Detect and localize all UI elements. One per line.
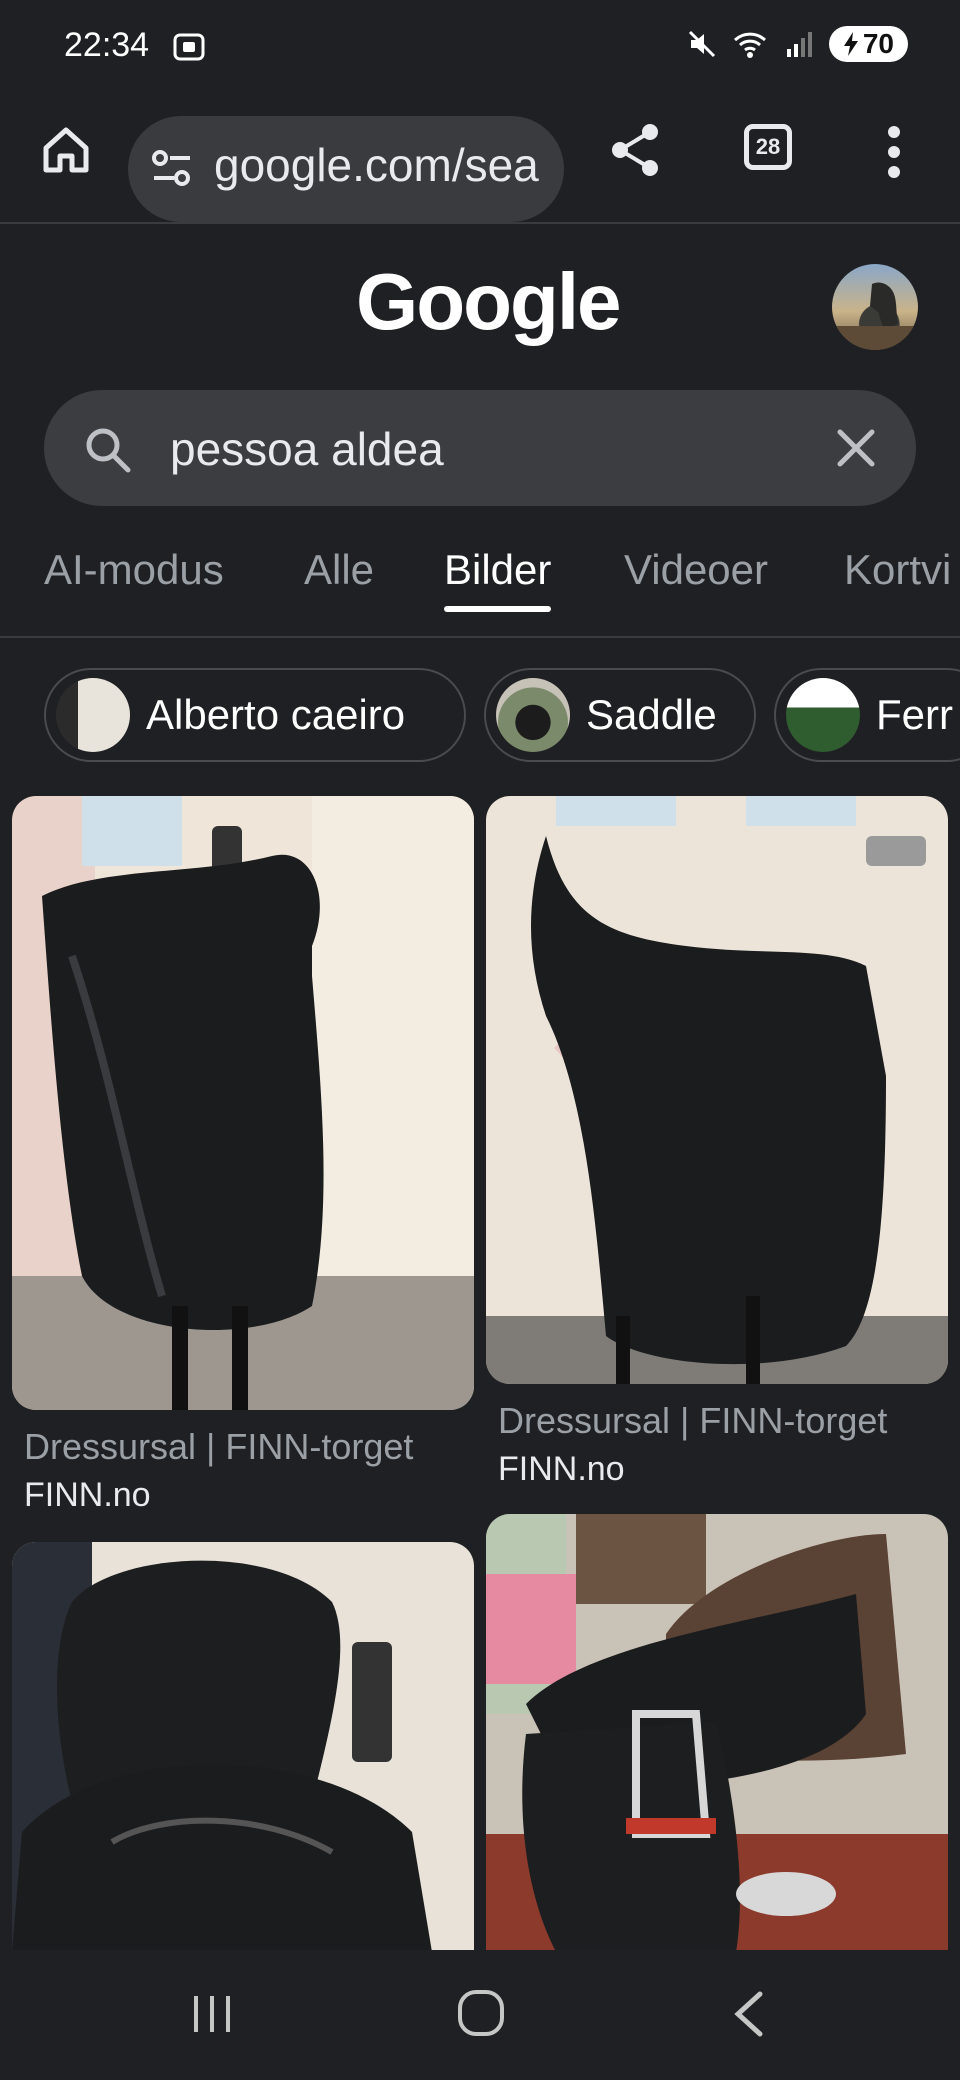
saddle-image-icon: [12, 1542, 432, 1952]
chip-label: Alberto caeiro: [146, 691, 406, 738]
result-image[interactable]: [12, 796, 474, 1410]
image-result[interactable]: Dressursal | FINN-torget FINN.no: [12, 796, 474, 1516]
chip-fernando[interactable]: Ferr: [774, 668, 960, 762]
clear-icon[interactable]: [834, 426, 878, 470]
chip-label: Saddle: [586, 691, 717, 738]
home-icon[interactable]: [36, 120, 96, 180]
tab-images[interactable]: Bilder: [444, 546, 552, 612]
image-result[interactable]: [12, 1542, 474, 1952]
tab-count: 28: [755, 134, 781, 159]
chip-thumbnail: [786, 678, 860, 752]
chip-thumbnail: [496, 678, 570, 752]
recent-apps-icon[interactable]: [190, 1992, 234, 2036]
mute-icon: [688, 30, 715, 58]
system-navigation-bar: [0, 1950, 960, 2080]
result-image[interactable]: [12, 1542, 474, 1952]
tab-all[interactable]: Alle: [304, 546, 374, 594]
screen-record-icon: [173, 33, 205, 61]
result-source[interactable]: FINN.no: [498, 1450, 625, 1489]
back-icon[interactable]: [730, 1990, 770, 2038]
result-title: Dressursal | FINN-torget: [498, 1400, 888, 1441]
result-image[interactable]: [486, 796, 948, 1384]
account-avatar[interactable]: [832, 264, 918, 350]
search-box[interactable]: pessoa aldea: [44, 390, 916, 506]
tab-maps[interactable]: Kortvi: [844, 546, 951, 594]
search-type-tabs: AI-modus Alle Bilder Videoer Kortvi: [0, 540, 960, 638]
tab-switcher-button[interactable]: 28: [744, 124, 792, 170]
chip-thumbnail: [56, 678, 130, 752]
result-source[interactable]: FINN.no: [24, 1476, 151, 1515]
battery-level: 70: [862, 28, 894, 59]
address-bar[interactable]: google.com/sea: [128, 116, 564, 222]
share-icon[interactable]: [608, 120, 664, 180]
chip-label: Ferr: [876, 691, 953, 738]
horse-photo-icon: [832, 282, 918, 350]
saddle-image-icon: [12, 796, 474, 1410]
status-bar: 22:34 70: [0, 0, 960, 92]
result-title: Dressursal | FINN-torget: [24, 1426, 414, 1467]
status-icons: 70: [687, 26, 908, 62]
home-nav-icon[interactable]: [456, 1988, 506, 2038]
google-logo[interactable]: Google: [356, 256, 622, 348]
battery-indicator: 70: [828, 26, 908, 62]
wifi-icon: [733, 32, 766, 58]
more-menu-icon[interactable]: [884, 122, 904, 182]
browser-toolbar: google.com/sea 28: [0, 92, 960, 224]
image-result[interactable]: Dressursal | FINN-torget FINN.no: [486, 796, 948, 1496]
site-settings-icon[interactable]: [150, 148, 194, 188]
chip-saddle[interactable]: Saddle: [484, 668, 756, 762]
charging-icon: [843, 32, 858, 56]
image-result[interactable]: [486, 1514, 948, 1952]
search-icon: [86, 428, 131, 473]
signal-icon: [786, 32, 812, 57]
saddle-image-icon: [486, 1514, 948, 1952]
status-time: 22:34: [64, 26, 150, 64]
search-input[interactable]: pessoa aldea: [170, 422, 444, 476]
tab-ai-mode[interactable]: AI-modus: [44, 546, 224, 594]
tab-videos[interactable]: Videoer: [624, 546, 768, 594]
url-text: google.com/sea: [214, 139, 539, 191]
chip-alberto-caeiro[interactable]: Alberto caeiro: [44, 668, 466, 762]
saddle-image-icon: [486, 796, 948, 1384]
result-image[interactable]: [486, 1514, 948, 1952]
